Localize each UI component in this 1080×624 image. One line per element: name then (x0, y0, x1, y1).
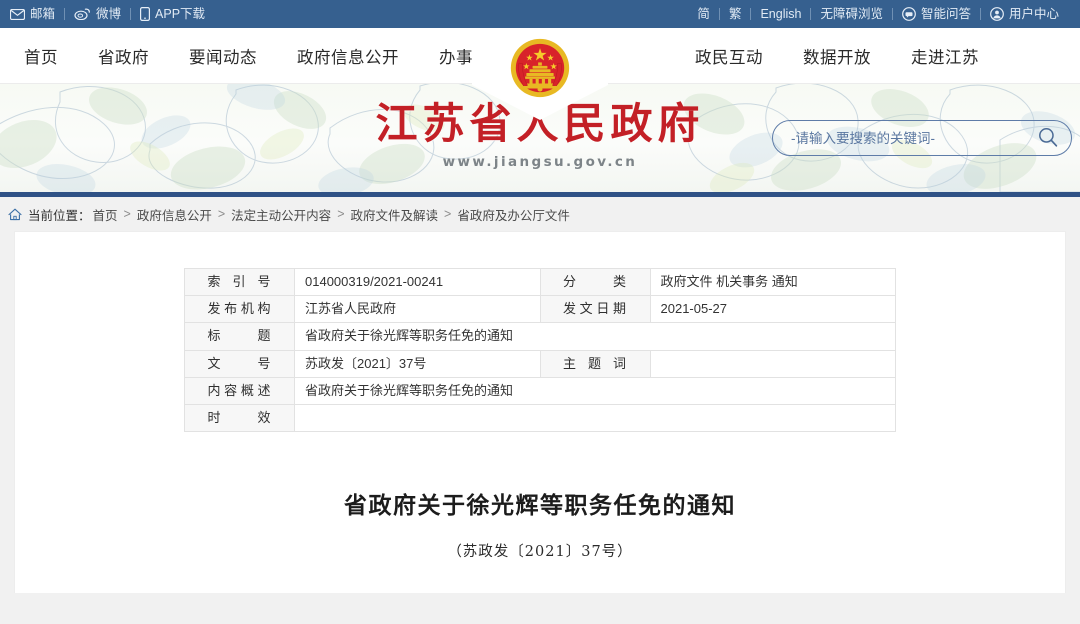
mobile-phone-icon (140, 7, 151, 21)
weibo-icon (74, 8, 91, 20)
meta-value-title: 省政府关于徐光辉等职务任免的通知 (294, 322, 896, 351)
nav-item-news[interactable]: 要闻动态 (169, 44, 277, 68)
table-row: 文 号 苏政发〔2021〕37号 主 题 词 (184, 349, 896, 378)
breadcrumb-separator: > (337, 207, 345, 221)
main-nav-left-group: 首页 省政府 要闻动态 政府信息公开 办事服务 (0, 44, 527, 68)
meta-value-category: 政府文件 机关事务 通知 (649, 267, 896, 297)
home-icon (8, 208, 22, 221)
topbar-item-label: 简 (697, 6, 710, 21)
meta-label-subject-terms: 主 题 词 (539, 349, 651, 378)
meta-label-category: 分 类 (539, 267, 651, 297)
document-heading: 省政府关于徐光辉等职务任免的通知 （苏政发〔2021〕37号） (15, 490, 1065, 561)
meta-label-title: 标 题 (184, 322, 295, 351)
topbar-item-label: 智能问答 (920, 6, 971, 21)
meta-label-issue-date: 发文日期 (539, 295, 651, 324)
meta-value-index-number: 014000319/2021-00241 (294, 267, 541, 297)
banner-bottom-rule (0, 192, 1080, 197)
topbar-item-label: English (760, 6, 802, 21)
document-metadata-table: 索 引 号 014000319/2021-00241 分 类 政府文件 机关事务… (184, 267, 896, 433)
site-title: 江苏省人民政府 (375, 99, 705, 149)
user-circle-icon (990, 7, 1004, 21)
meta-value-issuing-agency: 江苏省人民政府 (294, 295, 541, 324)
main-nav-right-group: 政民互动 数据开放 走进江苏 (645, 44, 999, 68)
main-navigation: 首页 省政府 要闻动态 政府信息公开 办事服务 政民互动 数据开放 走进江苏 (0, 28, 1080, 120)
search-box[interactable] (772, 120, 1072, 156)
topbar-item-weibo[interactable]: 微博 (65, 8, 130, 21)
table-row: 时 效 (184, 403, 896, 433)
topbar-item-simplified[interactable]: 简 (695, 8, 719, 21)
breadcrumb: 当前位置： 首页 > 政府信息公开 > 法定主动公开内容 > 政府文件及解读 >… (0, 197, 1080, 231)
topbar-item-english[interactable]: English (751, 8, 810, 21)
top-utility-right-group: 简 繁 English 无障碍浏览 智能问答 用户中心 (695, 7, 1068, 21)
topbar-item-label: APP下载 (155, 6, 206, 21)
topbar-item-mail[interactable]: 邮箱 (8, 8, 64, 21)
topbar-item-traditional[interactable]: 繁 (720, 8, 751, 21)
meta-value-summary: 省政府关于徐光辉等职务任免的通知 (294, 376, 896, 405)
nav-item-interaction[interactable]: 政民互动 (675, 44, 783, 68)
topbar-item-label: 邮箱 (30, 6, 56, 21)
topbar-item-label: 无障碍浏览 (820, 6, 883, 21)
meta-label-validity: 时 效 (184, 403, 295, 433)
meta-value-subject-terms (649, 349, 896, 378)
breadcrumb-item-government-office-documents[interactable]: 省政府及办公厅文件 (457, 205, 570, 224)
meta-value-issue-date: 2021-05-27 (649, 295, 896, 324)
meta-label-summary: 内容概述 (184, 376, 295, 405)
table-row: 索 引 号 014000319/2021-00241 分 类 政府文件 机关事务… (184, 267, 896, 297)
topbar-item-label: 微博 (96, 6, 122, 21)
site-brand: 江苏省人民政府 www.jiangsu.gov.cn (375, 99, 705, 171)
meta-value-validity (294, 403, 896, 433)
breadcrumb-item-home[interactable]: 首页 (93, 205, 118, 224)
table-row: 发布机构 江苏省人民政府 发文日期 2021-05-27 (184, 295, 896, 324)
top-utility-left-group: 邮箱 微博 APP下载 (8, 7, 214, 21)
topbar-item-accessibility[interactable]: 无障碍浏览 (811, 8, 892, 21)
nav-item-about-jiangsu[interactable]: 走进江苏 (891, 44, 999, 68)
topbar-item-app-download[interactable]: APP下载 (131, 7, 214, 21)
breadcrumb-separator: > (444, 207, 452, 221)
site-banner: 江苏省人民政府 www.jiangsu.gov.cn (0, 84, 1080, 192)
topbar-item-user-center[interactable]: 用户中心 (981, 7, 1068, 21)
envelope-icon (10, 8, 25, 20)
meta-label-index-number: 索 引 号 (184, 267, 295, 297)
table-row: 标 题 省政府关于徐光辉等职务任免的通知 (184, 322, 896, 351)
document-number: （苏政发〔2021〕37号） (447, 544, 633, 561)
site-url: www.jiangsu.gov.cn (442, 154, 638, 171)
nav-item-provincial-government[interactable]: 省政府 (78, 44, 169, 68)
nav-item-home[interactable]: 首页 (4, 44, 78, 68)
search-input[interactable] (789, 129, 1035, 147)
meta-label-document-number: 文 号 (184, 349, 295, 378)
nav-item-open-data[interactable]: 数据开放 (783, 44, 891, 68)
document-content-card: 索 引 号 014000319/2021-00241 分 类 政府文件 机关事务… (14, 231, 1066, 593)
search-icon (1037, 126, 1059, 151)
search-button[interactable] (1035, 126, 1061, 151)
topbar-item-label: 繁 (728, 6, 742, 21)
topbar-item-label: 用户中心 (1008, 6, 1059, 21)
topbar-item-smart-qa[interactable]: 智能问答 (893, 7, 980, 21)
nav-item-information-disclosure[interactable]: 政府信息公开 (277, 44, 419, 68)
breadcrumb-label: 当前位置： (28, 208, 91, 223)
breadcrumb-separator: > (217, 207, 226, 221)
breadcrumb-item-statutory-content[interactable]: 法定主动公开内容 (231, 205, 331, 224)
page-title: 省政府关于徐光辉等职务任免的通知 (344, 492, 736, 520)
breadcrumb-item-information-disclosure[interactable]: 政府信息公开 (137, 205, 212, 224)
meta-value-document-number: 苏政发〔2021〕37号 (294, 349, 541, 378)
nav-item-services[interactable]: 办事服务 (419, 44, 527, 68)
breadcrumb-separator: > (123, 207, 131, 221)
meta-label-issuing-agency: 发布机构 (184, 295, 295, 324)
table-row: 内容概述 省政府关于徐光辉等职务任免的通知 (184, 376, 896, 405)
top-utility-bar: 邮箱 微博 APP下载 简 繁 English 无障碍浏览 智能问答 用户中心 (0, 0, 1080, 28)
chat-bubble-icon (902, 7, 916, 21)
breadcrumb-item-documents-interpretation[interactable]: 政府文件及解读 (351, 205, 439, 224)
